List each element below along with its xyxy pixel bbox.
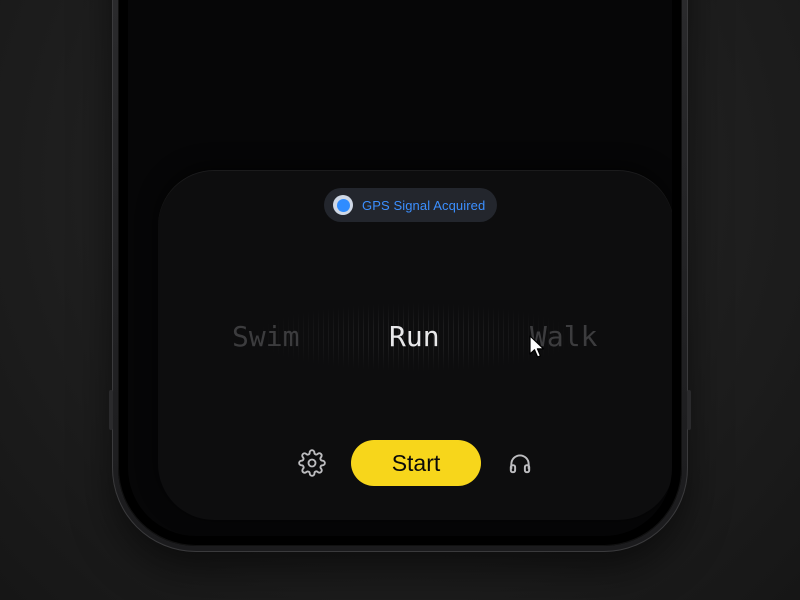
workout-card: GPS Signal Acquired Swim Run Walk Start — [158, 170, 672, 520]
phone-side-button-left — [109, 390, 113, 430]
stage: GPS Signal Acquired Swim Run Walk Start — [0, 0, 800, 600]
phone-frame: GPS Signal Acquired Swim Run Walk Start — [109, 0, 691, 552]
start-button[interactable]: Start — [351, 440, 481, 486]
mouse-cursor-icon — [529, 335, 545, 358]
activity-picker[interactable]: Swim Run Walk — [158, 302, 672, 372]
phone-screen: GPS Signal Acquired Swim Run Walk Start — [128, 0, 672, 536]
gps-status-text: GPS Signal Acquired — [362, 197, 486, 213]
gps-indicator-icon — [333, 195, 353, 215]
gear-icon — [298, 449, 326, 477]
bottom-controls: Start — [158, 440, 672, 486]
headphones-icon — [509, 454, 531, 474]
phone-bezel: GPS Signal Acquired Swim Run Walk Start — [118, 0, 682, 546]
activity-option-run[interactable]: Run — [389, 320, 440, 354]
audio-button[interactable] — [506, 449, 534, 477]
activity-option-swim[interactable]: Swim — [232, 320, 299, 354]
gps-status-pill: GPS Signal Acquired — [324, 188, 498, 222]
settings-button[interactable] — [298, 449, 326, 477]
phone-side-button — [687, 390, 691, 430]
